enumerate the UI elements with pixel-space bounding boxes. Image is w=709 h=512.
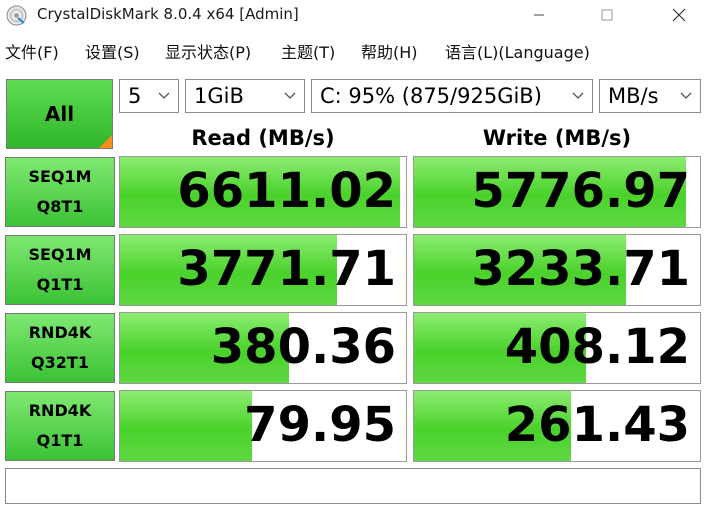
comment-input[interactable] bbox=[5, 468, 701, 504]
read-result-cell: 6611.02 bbox=[119, 156, 407, 228]
read-result-cell: 3771.71 bbox=[119, 234, 407, 306]
unit-select[interactable]: MB/s bbox=[599, 79, 701, 113]
menu-bar: 文件(F) 设置(S) 显示状态(P) 主题(T) 帮助(H) 语言(L)(La… bbox=[0, 34, 709, 66]
write-result-cell: 3233.71 bbox=[413, 234, 701, 306]
close-button[interactable] bbox=[650, 0, 708, 30]
read-result-value: 3771.71 bbox=[177, 241, 396, 297]
close-icon bbox=[672, 8, 686, 22]
maximize-icon bbox=[601, 9, 613, 21]
write-result-value: 5776.97 bbox=[471, 163, 690, 219]
write-result-cell: 5776.97 bbox=[413, 156, 701, 228]
all-button-label: All bbox=[44, 102, 75, 126]
write-result-value: 408.12 bbox=[504, 319, 690, 375]
unit-value: MB/s bbox=[608, 84, 659, 108]
menu-language[interactable]: 语言(L)(Language) bbox=[445, 39, 590, 63]
count-value: 5 bbox=[128, 84, 142, 108]
menu-profile[interactable]: 显示状态(P) bbox=[165, 39, 251, 63]
write-column-header: Write (MB/s) bbox=[482, 126, 632, 150]
test-label-line1: SEQ1M bbox=[28, 167, 92, 186]
menu-file[interactable]: 文件(F) bbox=[5, 39, 59, 63]
chevron-down-icon bbox=[680, 92, 692, 99]
read-result-value: 6611.02 bbox=[177, 163, 396, 219]
chevron-down-icon bbox=[284, 92, 296, 99]
minimize-icon bbox=[534, 14, 544, 16]
count-select[interactable]: 5 bbox=[119, 79, 179, 113]
write-result-value: 261.43 bbox=[504, 397, 690, 453]
write-result-cell: 408.12 bbox=[413, 312, 701, 384]
minimize-button[interactable] bbox=[510, 0, 568, 30]
test-label-line1: RND4K bbox=[28, 323, 92, 342]
drive-value: C: 95% (875/925GiB) bbox=[320, 84, 542, 108]
test-button-seq1m-q8t1[interactable]: SEQ1M Q8T1 bbox=[5, 157, 115, 227]
menu-help[interactable]: 帮助(H) bbox=[361, 39, 418, 63]
write-result-value: 3233.71 bbox=[471, 241, 690, 297]
corner-marker bbox=[99, 135, 112, 148]
read-progress-bar bbox=[120, 391, 252, 461]
write-result-cell: 261.43 bbox=[413, 390, 701, 462]
test-label-line2: Q1T1 bbox=[36, 431, 84, 450]
test-label-line2: Q8T1 bbox=[36, 197, 84, 216]
read-result-value: 79.95 bbox=[244, 397, 396, 453]
test-label-line1: SEQ1M bbox=[28, 245, 92, 264]
read-result-cell: 79.95 bbox=[119, 390, 407, 462]
test-button-rnd4k-q1t1[interactable]: RND4K Q1T1 bbox=[5, 391, 115, 461]
maximize-button[interactable] bbox=[578, 0, 636, 30]
read-result-cell: 380.36 bbox=[119, 312, 407, 384]
test-label-line2: Q32T1 bbox=[31, 353, 89, 372]
size-select[interactable]: 1GiB bbox=[185, 79, 305, 113]
test-label-line1: RND4K bbox=[28, 401, 92, 420]
menu-settings[interactable]: 设置(S) bbox=[85, 39, 140, 63]
app-disk-icon bbox=[6, 5, 27, 26]
menu-theme[interactable]: 主题(T) bbox=[281, 39, 335, 63]
test-button-seq1m-q1t1[interactable]: SEQ1M Q1T1 bbox=[5, 235, 115, 305]
size-value: 1GiB bbox=[194, 84, 244, 108]
test-button-rnd4k-q32t1[interactable]: RND4K Q32T1 bbox=[5, 313, 115, 383]
chevron-down-icon bbox=[158, 92, 170, 99]
read-result-value: 380.36 bbox=[210, 319, 396, 375]
all-button[interactable]: All bbox=[6, 79, 113, 149]
window-title: CrystalDiskMark 8.0.4 x64 [Admin] bbox=[37, 5, 299, 23]
read-column-header: Read (MB/s) bbox=[191, 126, 335, 150]
test-label-line2: Q1T1 bbox=[36, 275, 84, 294]
title-bar: CrystalDiskMark 8.0.4 x64 [Admin] bbox=[0, 0, 709, 30]
drive-select[interactable]: C: 95% (875/925GiB) bbox=[311, 79, 593, 113]
chevron-down-icon bbox=[572, 92, 584, 99]
